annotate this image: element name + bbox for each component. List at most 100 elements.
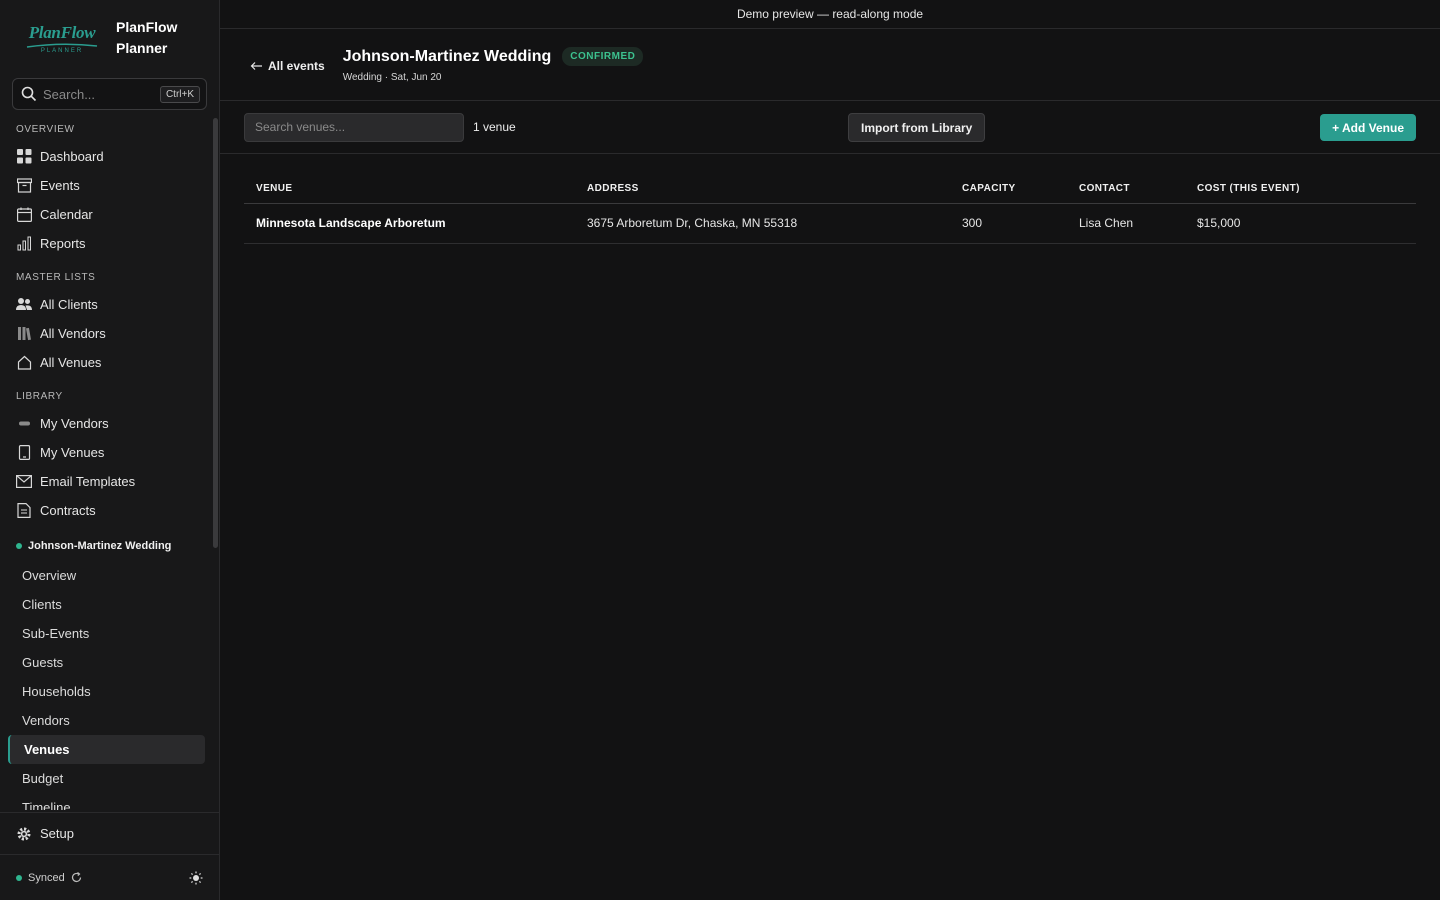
global-search[interactable]: Ctrl+K: [12, 78, 207, 110]
refresh-icon[interactable]: [71, 872, 82, 883]
event-nav-guests[interactable]: Guests: [8, 648, 205, 677]
sidebar-item-contracts[interactable]: Contracts: [0, 496, 212, 525]
sidebar-item-label: Contracts: [40, 503, 96, 518]
sidebar-item-email-templates[interactable]: Email Templates: [0, 467, 212, 496]
current-event-name: Johnson-Martinez Wedding: [28, 540, 172, 552]
sidebar-item-dashboard[interactable]: Dashboard: [0, 142, 212, 171]
arrow-left-icon: [250, 62, 262, 70]
sidebar-item-calendar[interactable]: Calendar: [0, 200, 212, 229]
status-badge: CONFIRMED: [562, 47, 644, 66]
event-nav-sub-events[interactable]: Sub-Events: [8, 619, 205, 648]
venue-cost-cell: $15,000: [1185, 203, 1416, 244]
sidebar-item-label: My Venues: [40, 445, 105, 460]
sidebar-item-label: Email Templates: [40, 474, 136, 489]
sidebar-item-all-clients[interactable]: All Clients: [0, 290, 212, 319]
import-from-library-button[interactable]: Import from Library: [848, 113, 986, 142]
event-nav-venues[interactable]: Venues: [8, 735, 205, 764]
sync-status-dot: [16, 874, 22, 881]
page-title: Johnson-Martinez Wedding: [342, 47, 552, 65]
back-link-label: All events: [268, 59, 325, 73]
event-subtitle: Wedding · Sat, Jun 20: [342, 72, 442, 83]
pill-icon: [16, 416, 32, 432]
search-shortcut-hint: Ctrl+K: [159, 85, 200, 103]
logo-wordmark: PlanFlow: [28, 22, 96, 42]
building-icon: [16, 445, 32, 461]
search-input[interactable]: [43, 86, 160, 102]
app-logo[interactable]: PlanFlow PLANNER: [18, 18, 106, 58]
section-label-overview: OVERVIEW: [16, 124, 75, 135]
venue-address-cell: 3675 Arboretum Dr, Chaska, MN 55318: [575, 203, 950, 244]
theme-toggle-sun-icon[interactable]: [189, 871, 203, 885]
sidebar-item-label: Calendar: [40, 207, 93, 222]
brand: PlanFlow PLANNER PlanFlow Planner: [0, 0, 219, 76]
gear-icon: [16, 826, 32, 842]
section-label-library: LIBRARY: [16, 391, 63, 402]
sidebar-item-my-venues[interactable]: My Venues: [0, 438, 212, 467]
app-name: PlanFlow Planner: [116, 17, 186, 59]
sync-status-bar: Synced: [0, 854, 219, 900]
event-header: All events Johnson-Martinez Wedding CONF…: [220, 29, 1440, 101]
sync-status-text: Synced: [28, 871, 65, 884]
sidebar-item-all-venues[interactable]: All Venues: [0, 348, 212, 377]
sidebar-item-all-vendors[interactable]: All Vendors: [0, 319, 212, 348]
column-header-contact[interactable]: CONTACT: [1067, 175, 1185, 204]
event-nav-overview[interactable]: Overview: [8, 561, 205, 590]
document-icon: [16, 503, 32, 519]
venues-table: VENUE ADDRESS CAPACITY CONTACT COST (THI…: [244, 175, 1416, 244]
app-name-line1: PlanFlow: [116, 19, 178, 35]
sidebar-item-label: All Venues: [40, 355, 102, 370]
sidebar-item-label: Reports: [40, 236, 86, 251]
demo-banner: Demo preview — read-along mode: [220, 0, 1440, 29]
sidebar-item-label: My Vendors: [40, 416, 109, 431]
column-header-capacity[interactable]: CAPACITY: [950, 175, 1067, 204]
users-icon: [16, 297, 32, 313]
event-nav-vendors[interactable]: Vendors: [8, 706, 205, 735]
sidebar-item-label: All Vendors: [40, 326, 106, 341]
table-row[interactable]: Minnesota Landscape Arboretum 3675 Arbor…: [244, 203, 1416, 244]
venue-name-cell[interactable]: Minnesota Landscape Arboretum: [244, 203, 575, 244]
logo-subtitle: PLANNER: [40, 47, 84, 54]
event-nav-clients[interactable]: Clients: [8, 590, 205, 619]
current-event-heading[interactable]: Johnson-Martinez Wedding: [0, 531, 212, 561]
venue-count: 1 venue: [473, 120, 516, 134]
venue-search-input[interactable]: [244, 112, 464, 142]
setup-button[interactable]: Setup: [0, 812, 219, 854]
section-label-master-lists: MASTER LISTS: [16, 272, 96, 283]
table-header-row: VENUE ADDRESS CAPACITY CONTACT COST (THI…: [244, 175, 1416, 204]
bar-chart-icon: [16, 236, 32, 252]
column-header-venue[interactable]: VENUE: [244, 175, 575, 204]
event-nav-households[interactable]: Households: [8, 677, 205, 706]
archive-icon: [16, 178, 32, 194]
venues-toolbar: 1 venue Import from Library + Add Venue: [220, 101, 1440, 154]
sidebar-item-events[interactable]: Events: [0, 171, 212, 200]
app-name-line2: Planner: [116, 40, 168, 56]
mail-icon: [16, 474, 32, 490]
sidebar-item-reports[interactable]: Reports: [0, 229, 212, 258]
sidebar-item-label: Events: [40, 178, 80, 193]
calendar-icon: [16, 207, 32, 223]
event-nav-budget[interactable]: Budget: [8, 764, 205, 793]
sidebar-item-label: Dashboard: [40, 149, 104, 164]
setup-label: Setup: [40, 826, 74, 841]
sidebar-item-label: All Clients: [40, 297, 98, 312]
grid-icon: [16, 149, 32, 165]
home-icon: [16, 355, 32, 371]
column-header-address[interactable]: ADDRESS: [575, 175, 950, 204]
event-nav-timeline[interactable]: Timeline: [8, 793, 205, 810]
main-content: Demo preview — read-along mode All event…: [220, 0, 1440, 900]
sidebar-item-my-vendors[interactable]: My Vendors: [0, 409, 212, 438]
venue-capacity-cell: 300: [950, 203, 1067, 244]
venues-table-container: VENUE ADDRESS CAPACITY CONTACT COST (THI…: [220, 154, 1440, 244]
sidebar: PlanFlow PLANNER PlanFlow Planner Ctrl+K…: [0, 0, 220, 900]
search-icon: [21, 86, 37, 102]
column-header-cost[interactable]: COST (THIS EVENT): [1185, 175, 1416, 204]
venue-contact-cell: Lisa Chen: [1067, 203, 1185, 244]
back-to-events-link[interactable]: All events: [250, 59, 325, 73]
sidebar-scrollbar[interactable]: [213, 118, 218, 548]
sidebar-footer: Setup Synced: [0, 812, 219, 900]
add-venue-button[interactable]: + Add Venue: [1320, 114, 1416, 141]
books-icon: [16, 326, 32, 342]
sidebar-nav[interactable]: OVERVIEW Dashboard Events Calendar Repor…: [0, 118, 212, 810]
event-status-dot: [16, 543, 22, 549]
event-title-block: Johnson-Martinez Wedding CONFIRMED Weddi…: [343, 47, 644, 83]
